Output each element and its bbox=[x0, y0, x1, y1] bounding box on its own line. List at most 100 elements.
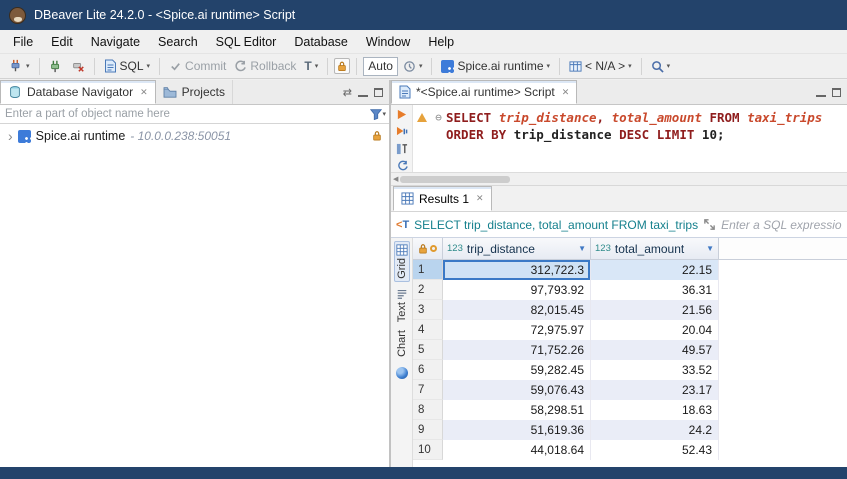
cell-trip-distance[interactable]: 59,282.45 bbox=[443, 360, 591, 380]
row-number[interactable]: 2 bbox=[413, 280, 443, 300]
row-number[interactable]: 4 bbox=[413, 320, 443, 340]
cell-trip-distance[interactable]: 72,975.97 bbox=[443, 320, 591, 340]
execute-script-button[interactable] bbox=[394, 125, 410, 137]
tree-item-spice-runtime[interactable]: › Spice.ai runtime - 10.0.0.238:50051 bbox=[0, 127, 389, 145]
menu-help[interactable]: Help bbox=[419, 32, 463, 52]
search-button[interactable]: ▾ bbox=[648, 58, 674, 75]
column-header-trip-distance[interactable]: 123 trip_distance ▼ bbox=[443, 238, 591, 260]
tab-grid-view[interactable]: Grid bbox=[394, 241, 410, 282]
cell-trip-distance[interactable]: 82,015.45 bbox=[443, 300, 591, 320]
tab-text-view[interactable]: Text bbox=[395, 286, 409, 324]
cell-total-amount[interactable]: 24.2 bbox=[591, 420, 719, 440]
cell-trip-distance[interactable]: 71,752.26 bbox=[443, 340, 591, 360]
table-row[interactable]: 759,076.4323.17 bbox=[413, 380, 847, 400]
results-body: Grid Text Chart bbox=[391, 238, 847, 467]
cell-total-amount[interactable]: 23.17 bbox=[591, 380, 719, 400]
close-icon[interactable]: ✕ bbox=[476, 193, 484, 204]
row-number[interactable]: 10 bbox=[413, 440, 443, 460]
rollback-button[interactable]: Rollback bbox=[231, 57, 299, 75]
commit-mode-combo[interactable]: Auto bbox=[363, 57, 398, 76]
tabbar-spacer bbox=[577, 80, 816, 104]
fold-collapse-icon[interactable]: ⊖ bbox=[431, 109, 446, 126]
commit-button[interactable]: Commit bbox=[166, 57, 229, 75]
object-filter-input[interactable] bbox=[0, 105, 370, 123]
table-row[interactable]: 571,752.2649.57 bbox=[413, 340, 847, 360]
cell-total-amount[interactable]: 36.31 bbox=[591, 280, 719, 300]
active-connection-combo[interactable]: Spice.ai runtime ▾ bbox=[438, 57, 553, 75]
column-header-total-amount[interactable]: 123 total_amount ▼ bbox=[591, 238, 719, 260]
cell-trip-distance[interactable]: 97,793.92 bbox=[443, 280, 591, 300]
menu-navigate[interactable]: Navigate bbox=[82, 32, 149, 52]
maximize-icon[interactable] bbox=[374, 88, 383, 97]
cell-total-amount[interactable]: 49.57 bbox=[591, 340, 719, 360]
table-row[interactable]: 1312,722.322.15 bbox=[413, 260, 847, 280]
panels-icon[interactable] bbox=[396, 367, 408, 379]
menu-file[interactable]: File bbox=[4, 32, 42, 52]
sort-icon[interactable]: ▼ bbox=[706, 244, 714, 253]
sql-editor-button[interactable]: SQL ▾ bbox=[101, 57, 154, 75]
table-row[interactable]: 297,793.9236.31 bbox=[413, 280, 847, 300]
table-row[interactable]: 858,298.5118.63 bbox=[413, 400, 847, 420]
tab-chart-view[interactable]: Chart bbox=[395, 328, 409, 359]
cell-total-amount[interactable]: 33.52 bbox=[591, 360, 719, 380]
result-filter-input[interactable] bbox=[721, 218, 842, 232]
row-number[interactable]: 8 bbox=[413, 400, 443, 420]
readonly-toggle-button[interactable] bbox=[334, 58, 350, 74]
minimize-icon[interactable] bbox=[816, 88, 826, 97]
menu-database[interactable]: Database bbox=[285, 32, 357, 52]
table-row[interactable]: 382,015.4521.56 bbox=[413, 300, 847, 320]
menu-window[interactable]: Window bbox=[357, 32, 419, 52]
row-number[interactable]: 6 bbox=[413, 360, 443, 380]
explain-plan-button[interactable] bbox=[394, 143, 410, 155]
cell-total-amount[interactable]: 20.04 bbox=[591, 320, 719, 340]
filter-funnel-icon[interactable] bbox=[370, 108, 382, 120]
row-number[interactable]: 5 bbox=[413, 340, 443, 360]
sql-code-area[interactable]: ⊖ SELECT trip_distance, total_amount FRO… bbox=[413, 105, 847, 172]
cell-total-amount[interactable]: 52.43 bbox=[591, 440, 719, 460]
row-number[interactable]: 9 bbox=[413, 420, 443, 440]
cell-total-amount[interactable]: 22.15 bbox=[591, 260, 719, 280]
menu-search[interactable]: Search bbox=[149, 32, 207, 52]
connect-button[interactable] bbox=[46, 57, 66, 75]
cell-trip-distance[interactable]: 51,619.36 bbox=[443, 420, 591, 440]
cell-trip-distance[interactable]: 312,722.3 bbox=[443, 260, 591, 280]
tab-results-1[interactable]: Results 1 ✕ bbox=[393, 186, 492, 211]
cell-trip-distance[interactable]: 59,076.43 bbox=[443, 380, 591, 400]
close-icon[interactable]: ✕ bbox=[140, 87, 148, 98]
table-row[interactable]: 1044,018.6452.43 bbox=[413, 440, 847, 460]
minimize-icon[interactable] bbox=[358, 88, 368, 97]
row-number[interactable]: 7 bbox=[413, 380, 443, 400]
table-row[interactable]: 472,975.9720.04 bbox=[413, 320, 847, 340]
editor-hscrollbar[interactable]: ◀ bbox=[391, 173, 847, 186]
tab-projects[interactable]: Projects bbox=[156, 80, 233, 104]
grid-corner-cell[interactable] bbox=[413, 238, 443, 260]
scrollbar-thumb[interactable] bbox=[400, 176, 510, 183]
table-row[interactable]: 659,282.4533.52 bbox=[413, 360, 847, 380]
tab-database-navigator[interactable]: Database Navigator ✕ bbox=[0, 80, 156, 104]
filter-menu-caret[interactable]: ▾ bbox=[382, 111, 386, 118]
scroll-left-icon[interactable]: ◀ bbox=[393, 175, 398, 183]
script-settings-button[interactable] bbox=[394, 160, 410, 172]
close-icon[interactable]: ✕ bbox=[562, 87, 570, 98]
menu-sql-editor[interactable]: SQL Editor bbox=[207, 32, 286, 52]
transaction-mode-button[interactable]: T ▾ bbox=[301, 57, 321, 75]
sort-desc-icon[interactable]: ▼ bbox=[578, 244, 586, 253]
expand-filter-icon[interactable] bbox=[703, 218, 716, 231]
cell-total-amount[interactable]: 21.56 bbox=[591, 300, 719, 320]
tab-sql-script[interactable]: *<Spice.ai runtime> Script ✕ bbox=[391, 80, 577, 104]
expander-icon[interactable]: › bbox=[8, 129, 13, 143]
menu-edit[interactable]: Edit bbox=[42, 32, 82, 52]
table-row[interactable]: 951,619.3624.2 bbox=[413, 420, 847, 440]
disconnect-button[interactable] bbox=[68, 57, 88, 75]
row-number[interactable]: 1 bbox=[413, 260, 443, 280]
execute-statement-button[interactable] bbox=[394, 108, 410, 120]
link-editor-icon[interactable]: ⇄ bbox=[343, 86, 352, 99]
new-connection-button[interactable]: ▾ bbox=[5, 57, 33, 75]
transaction-log-button[interactable]: ▾ bbox=[400, 58, 426, 75]
active-schema-combo[interactable]: < N/A > ▾ bbox=[566, 57, 635, 75]
maximize-icon[interactable] bbox=[832, 88, 841, 97]
cell-trip-distance[interactable]: 44,018.64 bbox=[443, 440, 591, 460]
cell-total-amount[interactable]: 18.63 bbox=[591, 400, 719, 420]
cell-trip-distance[interactable]: 58,298.51 bbox=[443, 400, 591, 420]
row-number[interactable]: 3 bbox=[413, 300, 443, 320]
